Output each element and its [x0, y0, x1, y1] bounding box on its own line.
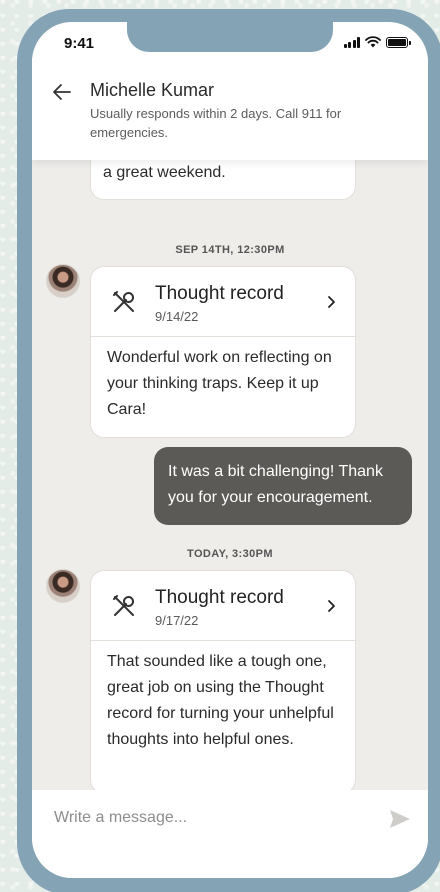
contact-name: Michelle Kumar [90, 80, 215, 100]
chat-header: Michelle Kumar Usually responds within 2… [32, 70, 428, 160]
thought-record-title: Thought record [155, 283, 284, 304]
therapist-avatar [46, 569, 80, 603]
thought-record-date: 9/17/22 [155, 613, 199, 628]
thought-record-header[interactable]: Thought record 9/17/22 [91, 571, 355, 641]
outgoing-message-bubble: It was a bit challenging! Thank you for … [154, 447, 412, 525]
status-icons [343, 36, 411, 48]
chevron-right-icon[interactable] [325, 291, 339, 313]
wrench-screwdriver-icon [113, 595, 134, 616]
thought-record-card[interactable]: Thought record 9/14/22 Wonderful work on… [90, 266, 356, 438]
phone-screen: 9:41 Michelle Kumar Usually responds wit… [32, 22, 428, 878]
battery-icon [386, 36, 411, 48]
contact-subtitle: Usually responds within 2 days. Call 911… [90, 106, 342, 140]
thought-record-header[interactable]: Thought record 9/14/22 [91, 267, 355, 337]
thought-record-date: 9/14/22 [155, 309, 199, 324]
message-composer [32, 790, 428, 878]
outgoing-message-text: It was a bit challenging! Thank you for … [168, 463, 383, 506]
message-text: a great weekend. [103, 164, 226, 181]
thought-record-comment: That sounded like a tough one, great job… [107, 653, 334, 748]
status-time: 9:41 [64, 35, 95, 52]
message-timestamp: SEP 14TH, 12:30PM [175, 244, 285, 256]
wifi-icon [365, 36, 381, 48]
therapist-avatar [46, 264, 80, 298]
phone-notch [127, 22, 333, 52]
send-icon[interactable] [388, 808, 412, 830]
back-arrow-icon[interactable] [50, 80, 74, 104]
thought-record-comment: Wonderful work on reflecting on your thi… [107, 349, 332, 418]
thought-record-title: Thought record [155, 587, 284, 608]
chevron-right-icon[interactable] [325, 595, 339, 617]
signal-icon [343, 36, 360, 48]
message-list[interactable]: a great weekend. SEP 14TH, 12:30PM Thoug… [32, 140, 428, 794]
message-input[interactable] [54, 806, 374, 830]
thought-record-card[interactable]: Thought record 9/17/22 That sounded like… [90, 570, 356, 794]
wrench-screwdriver-icon [113, 291, 134, 312]
message-timestamp: TODAY, 3:30PM [187, 548, 273, 560]
